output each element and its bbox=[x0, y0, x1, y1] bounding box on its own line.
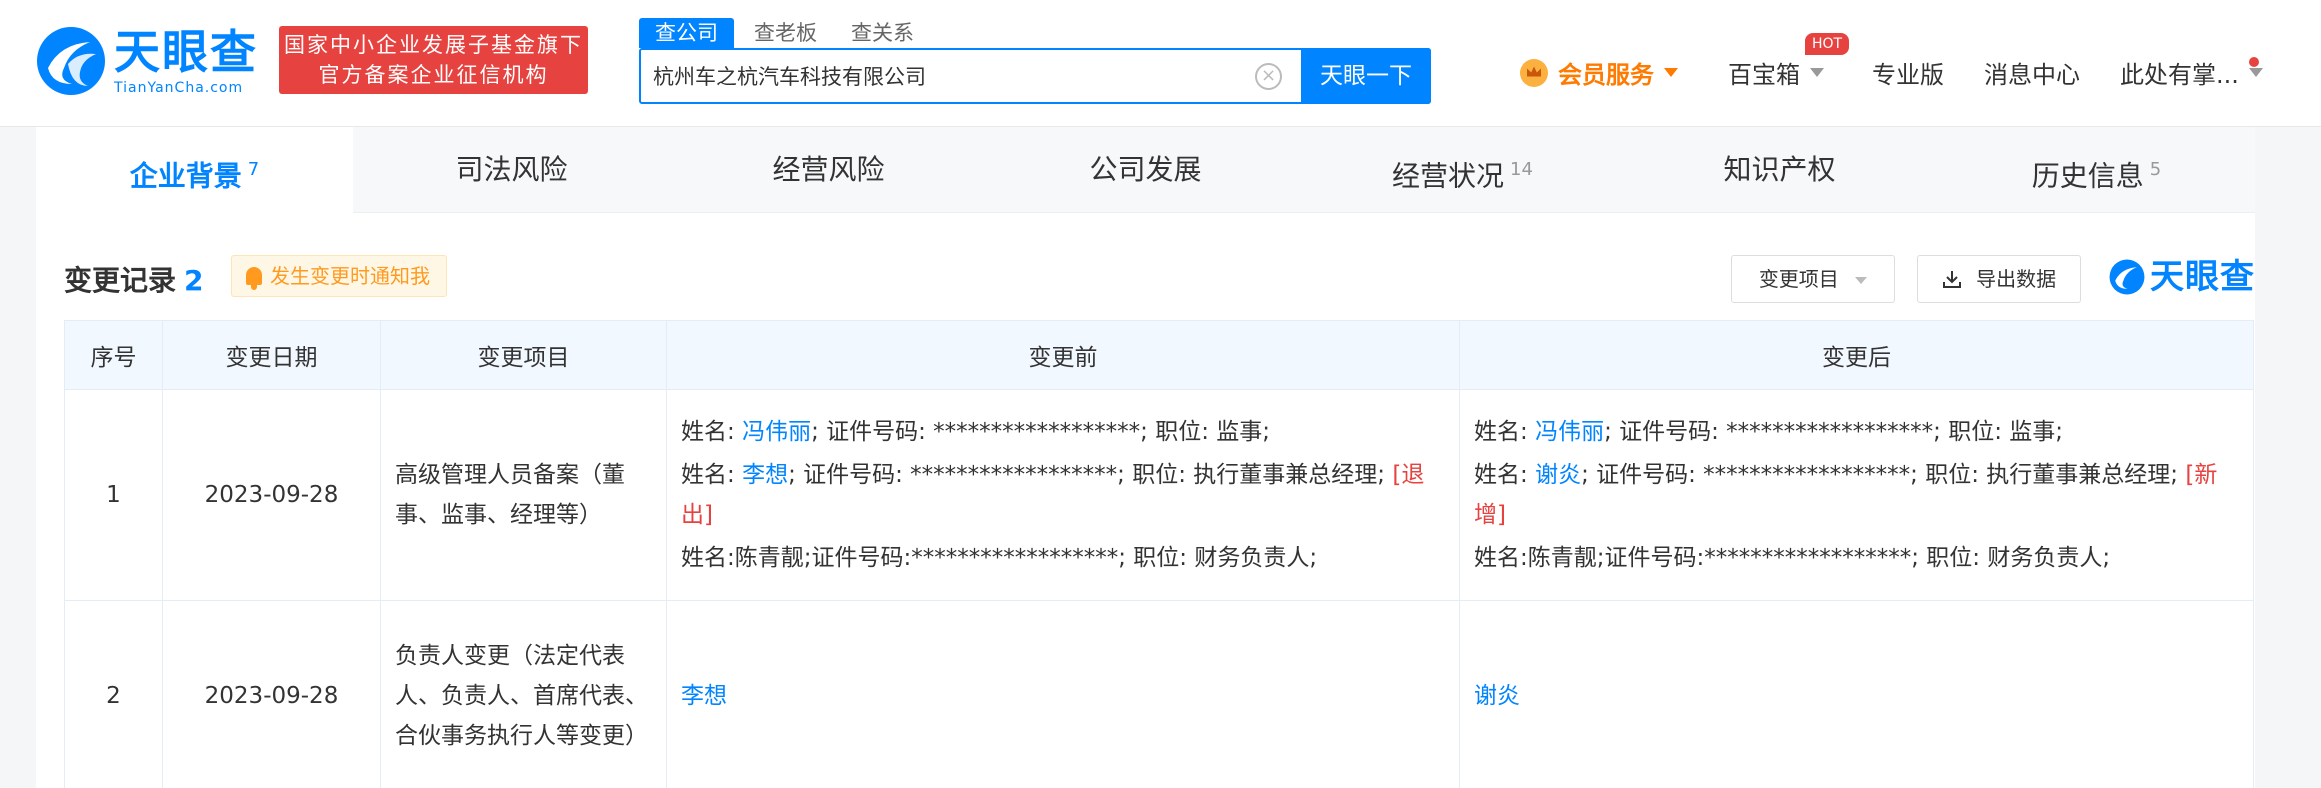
tab-judicial-risk[interactable]: 司法风险 bbox=[353, 127, 670, 213]
top-header: 天眼查 TianYanCha.com 国家中小企业发展子基金旗下 官方备案企业征… bbox=[0, 0, 2321, 127]
col-header-date: 变更日期 bbox=[162, 320, 381, 390]
search-button[interactable]: 天眼一下 bbox=[1301, 48, 1431, 104]
message-center-link[interactable]: 消息中心 bbox=[1984, 55, 2080, 90]
tab-count: 14 bbox=[1510, 159, 1533, 180]
notify-on-change-button[interactable]: 发生变更时通知我 bbox=[231, 255, 447, 297]
vip-service-menu[interactable]: 会员服务 bbox=[1520, 55, 1678, 90]
person-entry: 姓名: 谢炎; 证件号码: ******************; 职位: 执行… bbox=[1474, 462, 2218, 528]
hot-badge: HOT bbox=[1805, 33, 1850, 55]
table-row: 2 2023-09-28 负责人变更（法定代表人、负责人、首席代表、合伙事务执行… bbox=[64, 600, 2254, 788]
logo-domain: TianYanCha.com bbox=[114, 80, 244, 96]
table-header-row: 序号 变更日期 变更项目 变更前 变更后 bbox=[64, 320, 2254, 390]
row-date: 2023-09-28 bbox=[162, 600, 381, 788]
person-entry: 姓名: 冯伟丽; 证件号码: ******************; 职位: 监… bbox=[681, 419, 1271, 445]
record-count: 2 bbox=[184, 264, 204, 297]
tianyancha-logo-icon bbox=[2109, 259, 2145, 295]
row-no: 2 bbox=[64, 600, 163, 788]
row-before: 姓名: 冯伟丽; 证件号码: ******************; 职位: 监… bbox=[666, 389, 1460, 601]
notification-dot bbox=[2249, 57, 2259, 67]
person-entry: 姓名: 冯伟丽; 证件号码: ******************; 职位: 监… bbox=[1474, 419, 2064, 445]
change-record-table: 序号 变更日期 变更项目 变更前 变更后 1 2023-09-28 高级管理人员… bbox=[64, 320, 2254, 788]
tab-business-risk[interactable]: 经营风险 bbox=[670, 127, 987, 213]
chevron-down-icon bbox=[1810, 68, 1824, 77]
toolbox-menu[interactable]: 百宝箱 bbox=[1728, 55, 1824, 90]
col-header-item: 变更项目 bbox=[380, 320, 667, 390]
row-after: 姓名: 冯伟丽; 证件号码: ******************; 职位: 监… bbox=[1459, 389, 2254, 601]
org-badge-line1: 国家中小企业发展子基金旗下 bbox=[284, 33, 583, 57]
crown-icon bbox=[1520, 58, 1548, 87]
tab-intellectual-property[interactable]: 知识产权 bbox=[1621, 127, 1938, 213]
person-link[interactable]: 谢炎 bbox=[1535, 462, 1581, 488]
content-card: 企业背景 7 司法风险 经营风险 公司发展 经营状况 14 知识产权 历史信息 5 变… bbox=[36, 127, 2255, 788]
logo-title: 天眼查 bbox=[114, 25, 258, 79]
person-link[interactable]: 谢炎 bbox=[1474, 683, 1520, 709]
row-before: 李想 bbox=[666, 600, 1460, 788]
person-link[interactable]: 冯伟丽 bbox=[1535, 419, 1604, 445]
filter-label: 变更项目 bbox=[1758, 267, 1839, 291]
row-item: 高级管理人员备案（董事、监事、经理等） bbox=[380, 389, 667, 601]
search-tab-boss[interactable]: 查老板 bbox=[754, 18, 817, 48]
chevron-down-icon bbox=[1855, 277, 1868, 284]
table-row: 1 2023-09-28 高级管理人员备案（董事、监事、经理等） 姓名: 冯伟丽… bbox=[64, 389, 2254, 601]
person-link[interactable]: 李想 bbox=[681, 683, 727, 709]
tab-history[interactable]: 历史信息 5 bbox=[1938, 127, 2255, 213]
person-entry: 姓名: 李想; 证件号码: ******************; 职位: 执行… bbox=[681, 462, 1425, 528]
notify-label: 发生变更时通知我 bbox=[270, 264, 430, 288]
row-no: 1 bbox=[64, 389, 163, 601]
change-item-filter[interactable]: 变更项目 bbox=[1731, 255, 1895, 303]
person-link[interactable]: 冯伟丽 bbox=[742, 419, 811, 445]
tab-business-status[interactable]: 经营状况 14 bbox=[1304, 127, 1621, 213]
person-link[interactable]: 李想 bbox=[742, 462, 788, 488]
tab-company-background[interactable]: 企业背景 7 bbox=[36, 127, 353, 213]
category-tabs: 企业背景 7 司法风险 经营风险 公司发展 经营状况 14 知识产权 历史信息 5 bbox=[36, 127, 2255, 213]
org-badge: 国家中小企业发展子基金旗下 官方备案企业征信机构 bbox=[279, 26, 588, 94]
search-tab-company[interactable]: 查公司 bbox=[639, 18, 734, 48]
chevron-down-icon bbox=[1664, 68, 1678, 77]
person-entry: 姓名:陈青靓;证件号码:******************; 职位: 财务负责… bbox=[681, 545, 1318, 571]
search-input[interactable] bbox=[653, 50, 1253, 102]
search-tab-relation[interactable]: 查关系 bbox=[851, 18, 914, 48]
user-menu[interactable]: 此处有掌... bbox=[2120, 55, 2263, 90]
col-header-after: 变更后 bbox=[1459, 320, 2254, 390]
section-title: 变更记录 2 bbox=[64, 264, 204, 297]
row-item: 负责人变更（法定代表人、负责人、首席代表、合伙事务执行人等变更） bbox=[380, 600, 667, 788]
tab-count: 5 bbox=[2149, 159, 2162, 180]
site-logo[interactable]: 天眼查 TianYanCha.com bbox=[34, 24, 258, 98]
row-date: 2023-09-28 bbox=[162, 389, 381, 601]
tab-company-development[interactable]: 公司发展 bbox=[987, 127, 1304, 213]
export-data-button[interactable]: 导出数据 bbox=[1917, 255, 2081, 303]
clear-icon[interactable]: × bbox=[1255, 63, 1282, 90]
tab-count: 7 bbox=[247, 159, 260, 180]
chevron-down-icon bbox=[2248, 68, 2263, 77]
search-box: × 天眼一下 bbox=[639, 48, 1431, 104]
search-type-tabs: 查公司 查老板 查关系 bbox=[639, 18, 948, 48]
row-after: 谢炎 bbox=[1459, 600, 2254, 788]
col-header-before: 变更前 bbox=[666, 320, 1460, 390]
bell-icon bbox=[246, 267, 262, 290]
vip-label: 会员服务 bbox=[1558, 61, 1654, 89]
user-name: 此处有掌... bbox=[2120, 61, 2239, 89]
watermark-text: 天眼查 bbox=[2150, 257, 2255, 297]
watermark-logo: 天眼查 bbox=[2108, 257, 2255, 297]
toolbox-label: 百宝箱 bbox=[1728, 61, 1800, 89]
export-label: 导出数据 bbox=[1976, 267, 2057, 291]
org-badge-line2: 官方备案企业征信机构 bbox=[318, 63, 549, 87]
download-icon bbox=[1942, 271, 1961, 288]
pro-version-link[interactable]: 专业版 bbox=[1872, 55, 1944, 90]
person-entry: 姓名:陈青靓;证件号码:******************; 职位: 财务负责… bbox=[1474, 545, 2111, 571]
tianyancha-logo-icon bbox=[37, 27, 105, 95]
col-header-no: 序号 bbox=[64, 320, 163, 390]
